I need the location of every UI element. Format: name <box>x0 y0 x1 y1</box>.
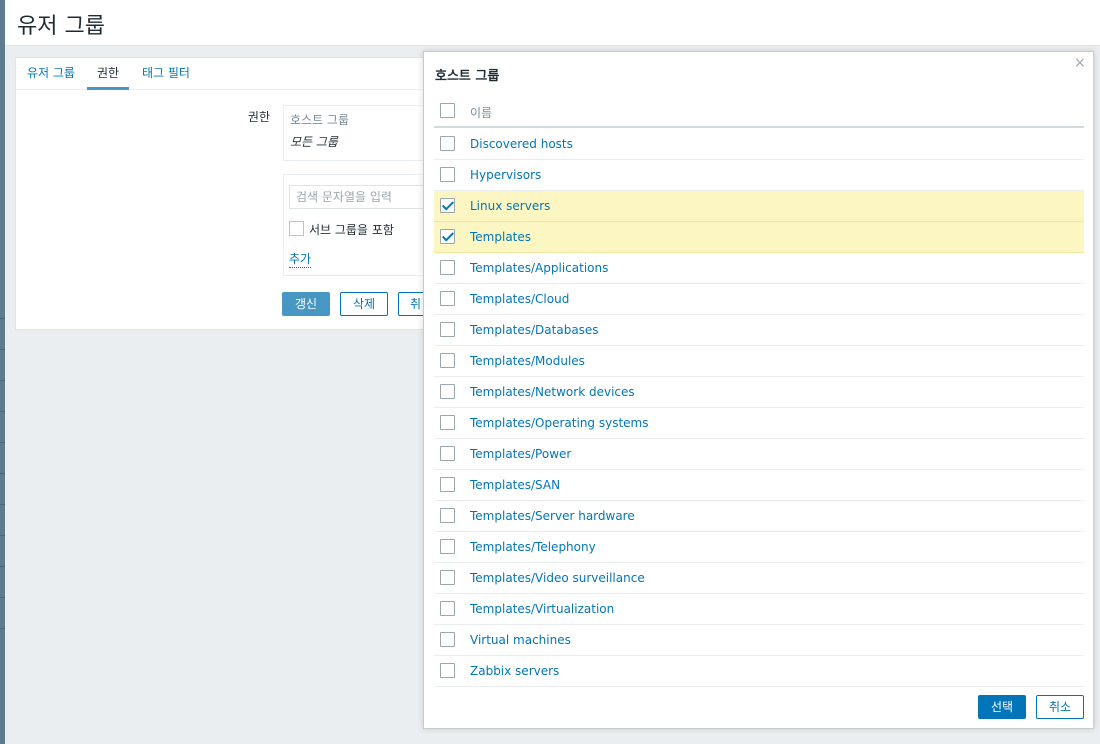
perm-column-header: 호스트 그룹 <box>290 113 350 127</box>
host-group-row[interactable]: Templates <box>434 222 1084 253</box>
name-column-header: 이름 <box>470 106 493 120</box>
host-group-row[interactable]: Virtual machines <box>434 625 1084 656</box>
host-group-checkbox[interactable] <box>440 198 455 213</box>
page-header: 유저 그룹 <box>5 0 1100 46</box>
modal-title: 호스트 그룹 <box>435 69 500 84</box>
perm-all-groups: 모든 그룹 <box>290 135 338 149</box>
host-group-row[interactable]: Templates/Modules <box>434 346 1084 377</box>
modal-cancel-button[interactable]: 취소 <box>1036 695 1084 719</box>
host-group-checkbox[interactable] <box>440 632 455 647</box>
host-group-checkbox[interactable] <box>440 384 455 399</box>
host-group-link[interactable]: Templates/Video surveillance <box>470 571 645 585</box>
host-group-row[interactable]: Templates/Virtualization <box>434 594 1084 625</box>
host-group-link[interactable]: Templates/Telephony <box>470 540 596 554</box>
host-group-link[interactable]: Hypervisors <box>470 168 541 182</box>
host-group-link[interactable]: Templates <box>470 230 531 244</box>
host-group-checkbox[interactable] <box>440 477 455 492</box>
left-sidebar-strip <box>0 0 5 744</box>
select-button[interactable]: 선택 <box>978 695 1026 719</box>
tab-bar: 유저 그룹 권한 태그 필터 <box>16 58 434 90</box>
host-group-checkbox[interactable] <box>440 353 455 368</box>
host-group-row[interactable]: Discovered hosts <box>434 129 1084 160</box>
host-group-link[interactable]: Templates/SAN <box>470 478 560 492</box>
host-group-list: Discovered hosts Hypervisors Linux servers… <box>434 129 1084 687</box>
host-group-row[interactable]: Templates/Power <box>434 439 1084 470</box>
host-group-link[interactable]: Templates/Power <box>470 447 571 461</box>
host-group-link[interactable]: Templates/Databases <box>470 323 599 337</box>
add-permission-box: 서브 그룹을 포함 추가 <box>283 174 443 276</box>
host-group-checkbox[interactable] <box>440 136 455 151</box>
host-group-row[interactable]: Templates/Server hardware <box>434 501 1084 532</box>
tab-user-group[interactable]: 유저 그룹 <box>17 58 85 90</box>
select-all-checkbox[interactable] <box>440 103 455 118</box>
host-group-checkbox[interactable] <box>440 570 455 585</box>
host-group-row[interactable]: Templates/Telephony <box>434 532 1084 563</box>
host-group-row[interactable]: Templates/Operating systems <box>434 408 1084 439</box>
host-group-row[interactable]: Templates/Video surveillance <box>434 563 1084 594</box>
host-group-checkbox[interactable] <box>440 322 455 337</box>
close-icon[interactable]: × <box>1074 55 1086 71</box>
host-group-row[interactable]: Hypervisors <box>434 160 1084 191</box>
host-group-checkbox[interactable] <box>440 446 455 461</box>
host-group-checkbox[interactable] <box>440 663 455 678</box>
host-group-search-input[interactable] <box>289 185 439 209</box>
host-group-link[interactable]: Templates/Network devices <box>470 385 635 399</box>
permissions-label: 권한 <box>247 110 270 124</box>
host-group-link[interactable]: Templates/Applications <box>470 261 608 275</box>
add-link[interactable]: 추가 <box>289 250 312 268</box>
host-group-row[interactable]: Templates/SAN <box>434 470 1084 501</box>
host-group-link[interactable]: Templates/Cloud <box>470 292 569 306</box>
user-group-form: 유저 그룹 권한 태그 필터 권한 호스트 그룹 모든 그룹 서브 그룹을 포함… <box>15 57 446 330</box>
host-group-link[interactable]: Linux servers <box>470 199 550 213</box>
page-title: 유저 그룹 <box>17 14 105 39</box>
host-group-link[interactable]: Virtual machines <box>470 633 571 647</box>
host-group-checkbox[interactable] <box>440 601 455 616</box>
update-button[interactable]: 갱신 <box>282 292 330 316</box>
tab-permissions[interactable]: 권한 <box>87 58 130 90</box>
host-group-row[interactable]: Templates/Databases <box>434 315 1084 346</box>
host-group-link[interactable]: Templates/Operating systems <box>470 416 649 430</box>
include-subgroups-checkbox[interactable] <box>289 221 304 236</box>
host-group-checkbox[interactable] <box>440 539 455 554</box>
host-group-row[interactable]: Templates/Cloud <box>434 284 1084 315</box>
host-group-row[interactable]: Templates/Applications <box>434 253 1084 284</box>
host-group-link[interactable]: Templates/Virtualization <box>470 602 614 616</box>
host-group-checkbox[interactable] <box>440 415 455 430</box>
list-header: 이름 <box>434 97 1084 128</box>
permissions-table: 호스트 그룹 모든 그룹 <box>283 105 443 161</box>
host-group-checkbox[interactable] <box>440 229 455 244</box>
host-group-row[interactable]: Templates/Network devices <box>434 377 1084 408</box>
host-group-row[interactable]: Linux servers <box>434 191 1084 222</box>
delete-button[interactable]: 삭제 <box>340 292 388 316</box>
tab-tag-filter[interactable]: 태그 필터 <box>132 58 200 90</box>
host-group-row[interactable]: Zabbix servers <box>434 656 1084 687</box>
host-group-checkbox[interactable] <box>440 508 455 523</box>
include-subgroups-label: 서브 그룹을 포함 <box>309 223 394 237</box>
host-group-modal: 호스트 그룹 × 이름 Discovered hosts Hypervisors L… <box>423 51 1094 729</box>
host-group-checkbox[interactable] <box>440 260 455 275</box>
host-group-link[interactable]: Templates/Modules <box>470 354 585 368</box>
host-group-link[interactable]: Zabbix servers <box>470 664 559 678</box>
host-group-checkbox[interactable] <box>440 291 455 306</box>
host-group-link[interactable]: Templates/Server hardware <box>470 509 635 523</box>
host-group-checkbox[interactable] <box>440 167 455 182</box>
host-group-link[interactable]: Discovered hosts <box>470 137 573 151</box>
